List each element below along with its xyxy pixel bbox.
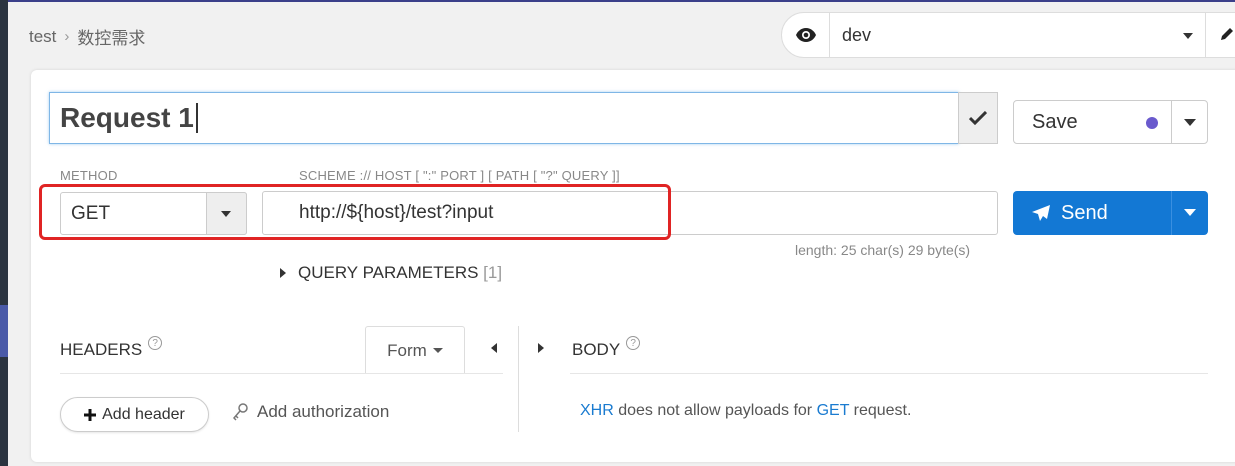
- body-label: BODY: [572, 340, 621, 359]
- add-header-button[interactable]: Add header: [60, 397, 209, 432]
- url-hint: SCHEME :// HOST [ ":" PORT ] [ PATH [ "?…: [299, 168, 620, 183]
- key-icon: [233, 403, 248, 421]
- headers-form-dropdown[interactable]: Form: [365, 326, 465, 374]
- add-authorization-label: Add authorization: [257, 402, 390, 421]
- checkmark-icon: [969, 111, 987, 125]
- unsaved-dot-icon: [1146, 117, 1158, 129]
- chevron-down-icon: [1183, 33, 1193, 39]
- chevron-right-icon: ›: [64, 28, 70, 45]
- method-dropdown-toggle[interactable]: [206, 192, 247, 235]
- caret-left-icon: [491, 343, 497, 353]
- add-header-label: Add header: [102, 405, 185, 423]
- text-cursor: [195, 103, 198, 133]
- save-button[interactable]: Save: [1013, 100, 1172, 144]
- send-options-button[interactable]: [1171, 191, 1208, 235]
- url-input[interactable]: http://${host}/test?input: [262, 191, 998, 235]
- query-parameters-label: QUERY PARAMETERS: [298, 263, 479, 282]
- method-value: GET: [71, 202, 111, 224]
- expand-right-button[interactable]: [538, 343, 544, 353]
- breadcrumb: test › 数控需求: [29, 24, 145, 49]
- environment-dropdown[interactable]: dev: [830, 13, 1206, 57]
- breadcrumb-page: 数控需求: [77, 29, 146, 48]
- help-icon[interactable]: ?: [148, 336, 163, 350]
- caret-right-icon: [280, 268, 286, 278]
- url-length-info: length: 25 char(s) 29 byte(s): [795, 242, 971, 258]
- headers-divider: [60, 373, 503, 374]
- sidebar-active-marker: [0, 305, 8, 357]
- query-parameters-count: [1]: [483, 263, 503, 282]
- breadcrumb-project[interactable]: test: [29, 27, 56, 47]
- request-title-input[interactable]: Request 1: [49, 92, 959, 144]
- pencil-icon[interactable]: [1206, 13, 1235, 57]
- caret-right-icon: [538, 343, 544, 353]
- chevron-down-icon: [432, 348, 443, 353]
- send-button[interactable]: Send: [1013, 191, 1172, 235]
- collapse-left-button[interactable]: [491, 343, 497, 353]
- confirm-title-button[interactable]: [958, 92, 998, 144]
- body-heading: BODY ?: [572, 336, 641, 360]
- send-label: Send: [1061, 201, 1108, 224]
- help-icon[interactable]: ?: [626, 336, 641, 350]
- url-value: http://${host}/test?input: [299, 202, 494, 223]
- save-label: Save: [1032, 110, 1078, 133]
- left-sidebar-strip: [0, 0, 8, 466]
- environment-selector: dev: [781, 12, 1235, 58]
- window-top-border: [0, 0, 1235, 2]
- chevron-down-icon: [221, 211, 231, 217]
- add-authorization-link[interactable]: Add authorization: [233, 402, 389, 422]
- body-message: XHR does not allow payloads for GET requ…: [580, 402, 911, 420]
- save-options-button[interactable]: [1171, 100, 1208, 144]
- eye-icon[interactable]: [782, 13, 830, 57]
- method-label: METHOD: [60, 168, 118, 183]
- form-label: Form: [387, 340, 427, 360]
- body-message-mid: does not allow payloads for: [613, 402, 817, 419]
- panel-divider[interactable]: [518, 326, 519, 432]
- request-title-text: Request 1: [60, 102, 194, 133]
- query-parameters-toggle[interactable]: QUERY PARAMETERS [1]: [280, 263, 502, 283]
- body-message-end: request.: [849, 402, 912, 419]
- get-method-link[interactable]: GET: [817, 402, 850, 419]
- body-divider: [570, 373, 1208, 374]
- environment-name: dev: [842, 24, 872, 45]
- headers-heading: HEADERS ?: [60, 336, 163, 360]
- chevron-down-icon: [1184, 119, 1196, 126]
- chevron-down-icon: [1184, 209, 1196, 216]
- xhr-link[interactable]: XHR: [580, 402, 614, 419]
- headers-label: HEADERS: [60, 340, 143, 359]
- paper-plane-icon: [1032, 205, 1050, 221]
- plus-icon: [84, 408, 97, 421]
